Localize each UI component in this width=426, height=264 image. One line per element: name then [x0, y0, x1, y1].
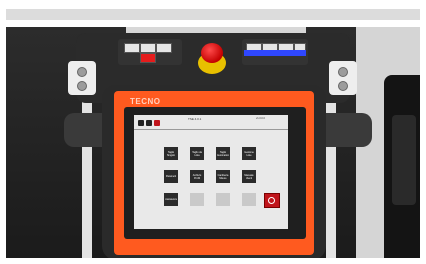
tile-archivio-profili[interactable]: Archivio Profili: [190, 170, 204, 183]
right-cabinet-handle: [392, 115, 416, 205]
left-switch-plate: [68, 61, 96, 95]
brand-logo: TECNO: [130, 97, 161, 106]
right-switch-knob-1[interactable]: [338, 67, 348, 77]
strip-button-1[interactable]: [124, 43, 140, 53]
screen-title: TSE 4.0.1: [188, 117, 202, 121]
top-bar: [6, 9, 420, 20]
tile-parametri[interactable]: Parametri: [164, 170, 178, 183]
tile-manuale-utenti[interactable]: Manuale Utenti: [242, 170, 256, 183]
tile-assistenza[interactable]: Assistenza: [164, 193, 178, 206]
left-button-strip: [118, 39, 182, 65]
screen-divider: [134, 129, 288, 130]
right-switch-plate: [329, 61, 357, 95]
tile-empty-1[interactable]: [190, 193, 204, 206]
strip-button-2[interactable]: [140, 43, 156, 53]
screen-version: v1.0.0.0: [256, 117, 265, 120]
strip-button-3[interactable]: [156, 43, 172, 53]
power-icon: [268, 197, 275, 204]
tile-taglio-da-lista[interactable]: Taglio da Lista: [190, 147, 204, 160]
power-button[interactable]: [264, 193, 280, 208]
right-switch-knob-2[interactable]: [338, 81, 348, 91]
tile-empty-2[interactable]: [216, 193, 230, 206]
alarm-icon[interactable]: [154, 120, 160, 126]
machine-photo: TECNO TSE 4.0.1 v1.0.0.0 Taglio Singolo …: [6, 27, 420, 258]
strip-button-red[interactable]: [140, 53, 156, 63]
tile-taglio-singolo[interactable]: Taglio Singolo: [164, 147, 178, 160]
home-icon[interactable]: [138, 120, 144, 126]
left-switch-knob-1[interactable]: [77, 67, 87, 77]
user-icon[interactable]: [146, 120, 152, 126]
blue-indicator: [244, 50, 306, 56]
left-switch-knob-2[interactable]: [77, 81, 87, 91]
touch-screen[interactable]: TSE 4.0.1 v1.0.0.0 Taglio Singolo Taglio…: [134, 115, 288, 229]
tile-gestione-liste[interactable]: Gestione Liste: [242, 147, 256, 160]
tile-empty-3[interactable]: [242, 193, 256, 206]
tile-cantilevra-misure[interactable]: Cantilevra Misure: [216, 170, 230, 183]
emergency-stop-button[interactable]: [201, 43, 223, 63]
tile-taglio-automatico[interactable]: Taglio Automatico: [216, 147, 230, 160]
